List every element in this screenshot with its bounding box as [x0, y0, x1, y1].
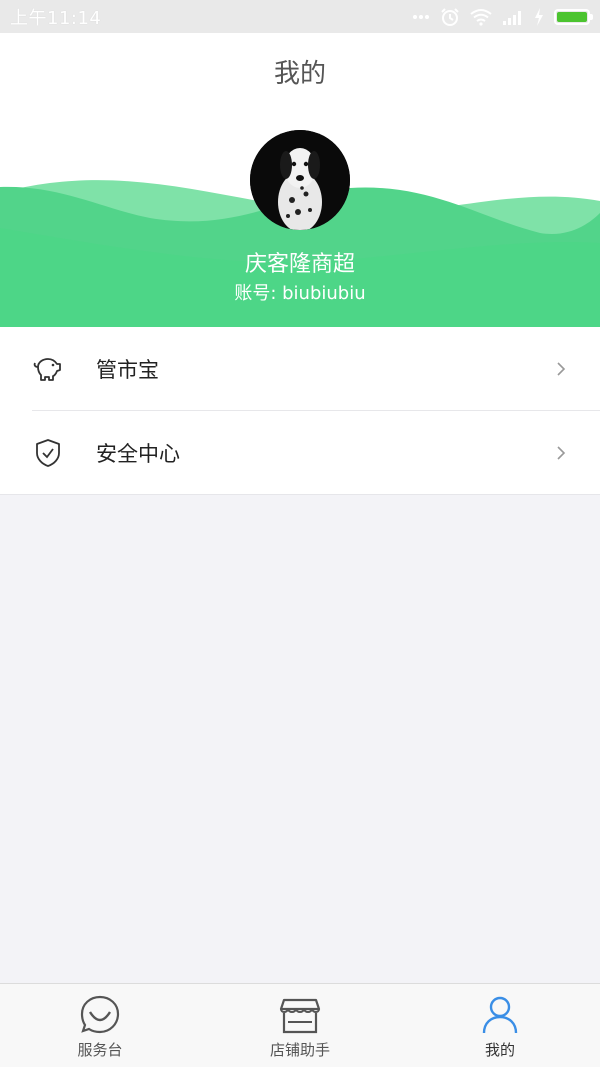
wifi-icon — [470, 8, 492, 26]
signal-icon — [503, 10, 521, 25]
chevron-right-icon — [557, 362, 566, 376]
storefront-icon — [279, 998, 321, 1034]
tab-label: 我的 — [484, 1041, 515, 1059]
chevron-right-icon — [557, 446, 566, 460]
user-icon — [482, 996, 518, 1034]
dalmatian-avatar-image — [250, 130, 350, 230]
charging-icon — [535, 7, 543, 26]
status-bar: 上午11:14 — [0, 0, 600, 33]
menu-list: 管市宝 安全中心 — [0, 327, 600, 495]
menu-item-security-center[interactable]: 安全中心 — [0, 411, 600, 495]
account-id: 账号: biubiubiu — [234, 283, 366, 304]
battery-level — [557, 11, 587, 22]
tab-label: 店铺助手 — [269, 1041, 330, 1059]
alarm-icon — [441, 7, 459, 26]
battery-icon — [554, 8, 593, 25]
shield-check-icon — [36, 439, 60, 467]
menu-item-label: 管市宝 — [96, 358, 159, 382]
tab-mine[interactable]: 我的 — [400, 984, 600, 1067]
piggy-bank-icon — [33, 358, 61, 381]
tab-label: 服务台 — [77, 1041, 123, 1059]
profile-header: 我的 庆客隆商超 账号: biubiubiu — [0, 33, 600, 327]
menu-item-guanshibao[interactable]: 管市宝 — [0, 327, 600, 411]
tab-service-desk[interactable]: 服务台 — [0, 984, 200, 1067]
store-name: 庆客隆商超 — [244, 252, 355, 277]
status-time: 上午11:14 — [10, 7, 102, 29]
page-title: 我的 — [273, 59, 326, 89]
smile-chat-icon — [80, 995, 120, 1034]
bottom-tab-bar: 服务台 店铺助手 我的 — [0, 983, 600, 1067]
avatar[interactable] — [250, 130, 350, 230]
more-dots-icon — [413, 14, 429, 19]
status-icons — [412, 7, 593, 27]
tab-store-assistant[interactable]: 店铺助手 — [200, 984, 400, 1067]
menu-item-label: 安全中心 — [96, 442, 180, 466]
